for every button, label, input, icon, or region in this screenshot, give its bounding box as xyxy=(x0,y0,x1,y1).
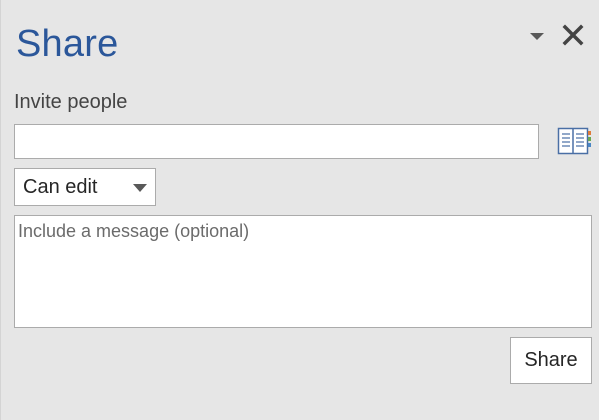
invite-people-input[interactable] xyxy=(14,124,539,159)
address-book-icon[interactable] xyxy=(557,124,592,158)
chevron-down-icon xyxy=(133,184,147,192)
share-pane: Share Invite people Can edit Share xyxy=(0,0,599,420)
permission-selected-value: Can edit xyxy=(23,176,98,198)
pane-options-chevron-down-icon[interactable] xyxy=(528,28,546,44)
invite-people-label: Invite people xyxy=(14,91,128,113)
close-icon[interactable] xyxy=(561,23,585,47)
share-button[interactable]: Share xyxy=(510,337,592,384)
permission-dropdown[interactable]: Can edit xyxy=(14,168,156,206)
message-textarea[interactable] xyxy=(14,215,592,328)
pane-title: Share xyxy=(16,23,119,65)
